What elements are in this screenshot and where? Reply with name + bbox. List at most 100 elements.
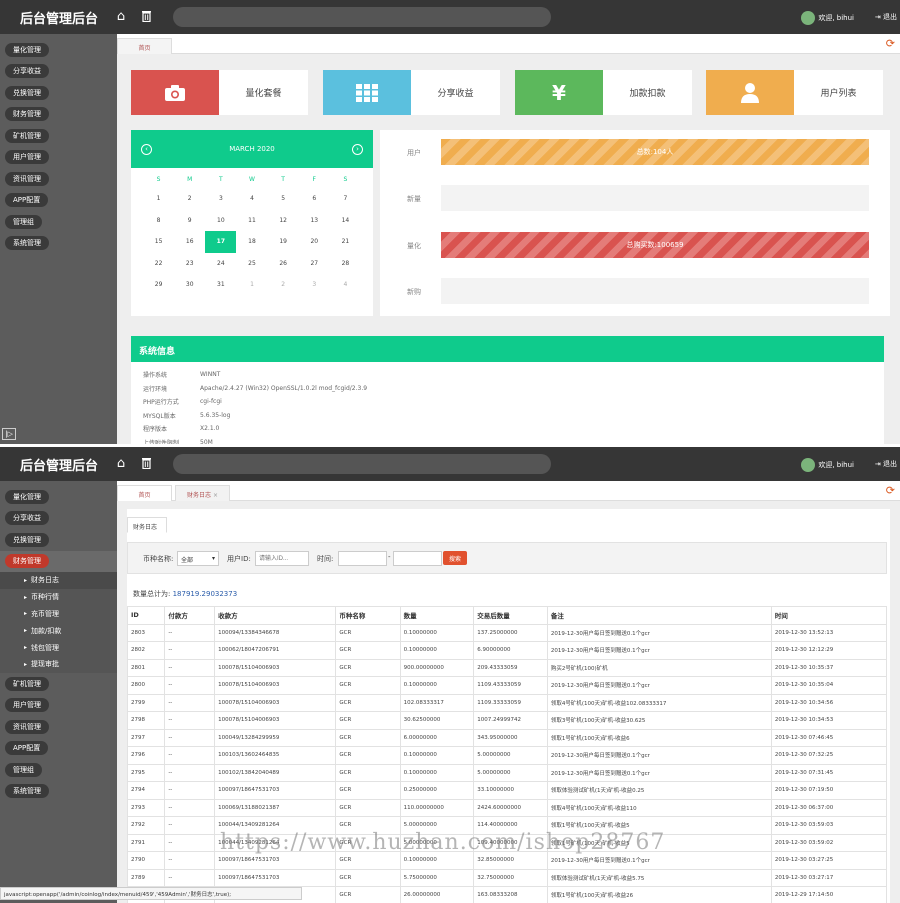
calendar-day[interactable]: 3 (205, 188, 236, 210)
home-icon[interactable]: ⌂ (113, 455, 129, 471)
calendar-day[interactable]: 28 (330, 253, 361, 275)
sidebar-item[interactable]: 分享收益 (0, 61, 117, 83)
next-month-icon[interactable]: › (351, 143, 363, 155)
calendar-day[interactable]: 5 (268, 188, 299, 210)
sidebar-item[interactable]: 资讯管理 (0, 168, 117, 190)
sidebar-item[interactable]: 分享收益 (0, 508, 117, 530)
sidebar-item[interactable]: 矿机管理 (0, 125, 117, 147)
calendar-day[interactable]: 20 (299, 231, 330, 253)
calendar-day[interactable]: 13 (299, 210, 330, 232)
calendar-day[interactable]: 18 (236, 231, 267, 253)
stat-card[interactable]: 分享收益 (323, 70, 500, 115)
sidebar-item[interactable]: APP配置 (0, 737, 117, 759)
refresh-icon[interactable]: ⟳ (886, 37, 895, 50)
calendar-day[interactable]: 29 (143, 274, 174, 296)
calendar-day[interactable]: 2 (174, 188, 205, 210)
logout-link[interactable]: ⇥ 退出 (875, 12, 897, 22)
sidebar-item[interactable]: 兑换管理 (0, 529, 117, 551)
sidebar-subitem[interactable]: 钱包管理 (0, 639, 117, 656)
stat-card[interactable]: ¥ 加款扣款 (515, 70, 692, 115)
table-row[interactable]: 2799 -- 100078/15104006903 GCR 102.08333317 1… (126, 693, 888, 712)
table-row[interactable]: 2794 -- 100097/18647531703 GCR 0.25000000 33.… (126, 781, 888, 800)
calendar-day[interactable]: 23 (174, 253, 205, 275)
calendar-day[interactable]: 30 (174, 274, 205, 296)
table-header-cell[interactable]: ID (126, 606, 166, 625)
calendar-day[interactable]: 21 (330, 231, 361, 253)
coin-select[interactable]: 全部 ▾ (177, 551, 219, 566)
table-row[interactable]: 2795 -- 100102/13842040489 GCR 0.10000000 5.0… (126, 763, 888, 782)
calendar-day[interactable]: 4 (330, 274, 361, 296)
refresh-icon[interactable]: ⟳ (886, 484, 895, 497)
calendar-day[interactable]: 11 (236, 210, 267, 232)
table-row[interactable]: 2793 -- 100069/13188021387 GCR 110.00000000 2… (126, 798, 888, 817)
calendar-day[interactable]: 17 (205, 231, 237, 253)
table-header-cell[interactable]: 交易后数量 (473, 606, 548, 625)
sidebar-item[interactable]: 兑换管理 (0, 82, 117, 104)
table-row[interactable]: 2800 -- 100078/15104006903 GCR 0.10000000 110… (126, 676, 888, 695)
calendar-day[interactable]: 14 (330, 210, 361, 232)
calendar-day[interactable]: 24 (205, 253, 236, 275)
sidebar-toggle-icon[interactable]: |▷ (2, 428, 16, 440)
table-row[interactable]: 2796 -- 100103/13602464835 GCR 0.10000000 5.0… (126, 746, 888, 765)
sidebar-item[interactable]: 财务管理 (0, 104, 117, 126)
tab-finance-log[interactable]: 财务日志 × (175, 485, 230, 501)
calendar-day[interactable]: 31 (205, 274, 236, 296)
sidebar-item[interactable]: APP配置 (0, 190, 117, 212)
calendar-day[interactable]: 22 (143, 253, 174, 275)
calendar-day[interactable]: 16 (174, 231, 205, 253)
calendar-day[interactable]: 27 (299, 253, 330, 275)
table-header-cell[interactable]: 数量 (399, 606, 475, 625)
sidebar-subitem[interactable]: 提现审批 (0, 656, 117, 673)
table-row[interactable]: 2797 -- 100049/13284299959 GCR 6.00000000 343… (126, 728, 888, 747)
calendar-day[interactable]: 1 (143, 188, 174, 210)
sidebar-subitem[interactable]: 财务日志 (0, 572, 117, 589)
table-row[interactable]: 2803 -- 100094/13384346678 GCR 0.10000000 137… (126, 623, 888, 642)
sidebar-subitem[interactable]: 币种行情 (0, 589, 117, 606)
sidebar-item[interactable]: 用户管理 (0, 147, 117, 169)
tab-home[interactable]: 首页 (117, 38, 172, 54)
calendar-day[interactable]: 2 (268, 274, 299, 296)
sidebar-item[interactable]: 量化管理 (0, 39, 117, 61)
calendar-day[interactable]: 9 (174, 210, 205, 232)
sidebar-item[interactable]: 系统管理 (0, 780, 117, 802)
calendar-day[interactable]: 26 (268, 253, 299, 275)
trash-icon[interactable] (138, 8, 154, 24)
table-header-cell[interactable]: 币种名称 (335, 606, 401, 625)
calendar-day[interactable]: 7 (330, 188, 361, 210)
calendar-day[interactable]: 3 (299, 274, 330, 296)
stat-card[interactable]: 量化套餐 (131, 70, 308, 115)
calendar-day[interactable]: 12 (268, 210, 299, 232)
calendar-day[interactable]: 15 (143, 231, 174, 253)
sidebar-item[interactable]: 矿机管理 (0, 673, 117, 695)
search-bar[interactable] (173, 7, 551, 27)
sidebar-item[interactable]: 财务管理 (0, 550, 117, 572)
sidebar-item[interactable]: 用户管理 (0, 694, 117, 716)
prev-month-icon[interactable]: ‹ (141, 143, 152, 155)
table-row[interactable]: 2798 -- 100078/15104006903 GCR 30.62500000 10… (126, 711, 888, 730)
search-bar[interactable] (173, 454, 551, 474)
table-row[interactable]: 2802 -- 100062/18047206791 GCR 0.10000000 6.9… (126, 641, 888, 660)
sidebar-subitem[interactable]: 充币管理 (0, 606, 117, 623)
sidebar-item[interactable]: 管理组 (0, 211, 117, 233)
end-date-input[interactable] (393, 551, 442, 566)
user-info[interactable]: 欢迎, bihui (801, 11, 854, 25)
calendar-day[interactable]: 10 (205, 210, 236, 232)
table-header-cell[interactable]: 收款方 (214, 606, 337, 625)
sidebar-subitem[interactable]: 加款/扣款 (0, 622, 117, 639)
sidebar-item[interactable]: 资讯管理 (0, 716, 117, 738)
table-header-cell[interactable]: 备注 (546, 606, 772, 625)
sidebar-item[interactable]: 系统管理 (0, 233, 117, 255)
user-info[interactable]: 欢迎, bihui (801, 458, 854, 472)
logout-link[interactable]: ⇥ 退出 (875, 459, 897, 469)
table-header-cell[interactable]: 付款方 (164, 606, 216, 625)
userid-input[interactable] (255, 551, 309, 566)
table-row[interactable]: 2801 -- 100078/15104006903 GCR 900.00000000 2… (126, 658, 888, 677)
calendar-day[interactable]: 1 (236, 274, 267, 296)
calendar-day[interactable]: 8 (143, 210, 174, 232)
search-button[interactable]: 搜索 (443, 551, 468, 565)
sidebar-item[interactable]: 量化管理 (0, 486, 117, 508)
table-row[interactable]: 2789 -- 100097/18647531703 GCR 5.75000000 32.… (126, 868, 888, 887)
home-icon[interactable]: ⌂ (113, 8, 129, 24)
trash-icon[interactable] (138, 455, 154, 471)
calendar-day[interactable]: 19 (268, 231, 299, 253)
